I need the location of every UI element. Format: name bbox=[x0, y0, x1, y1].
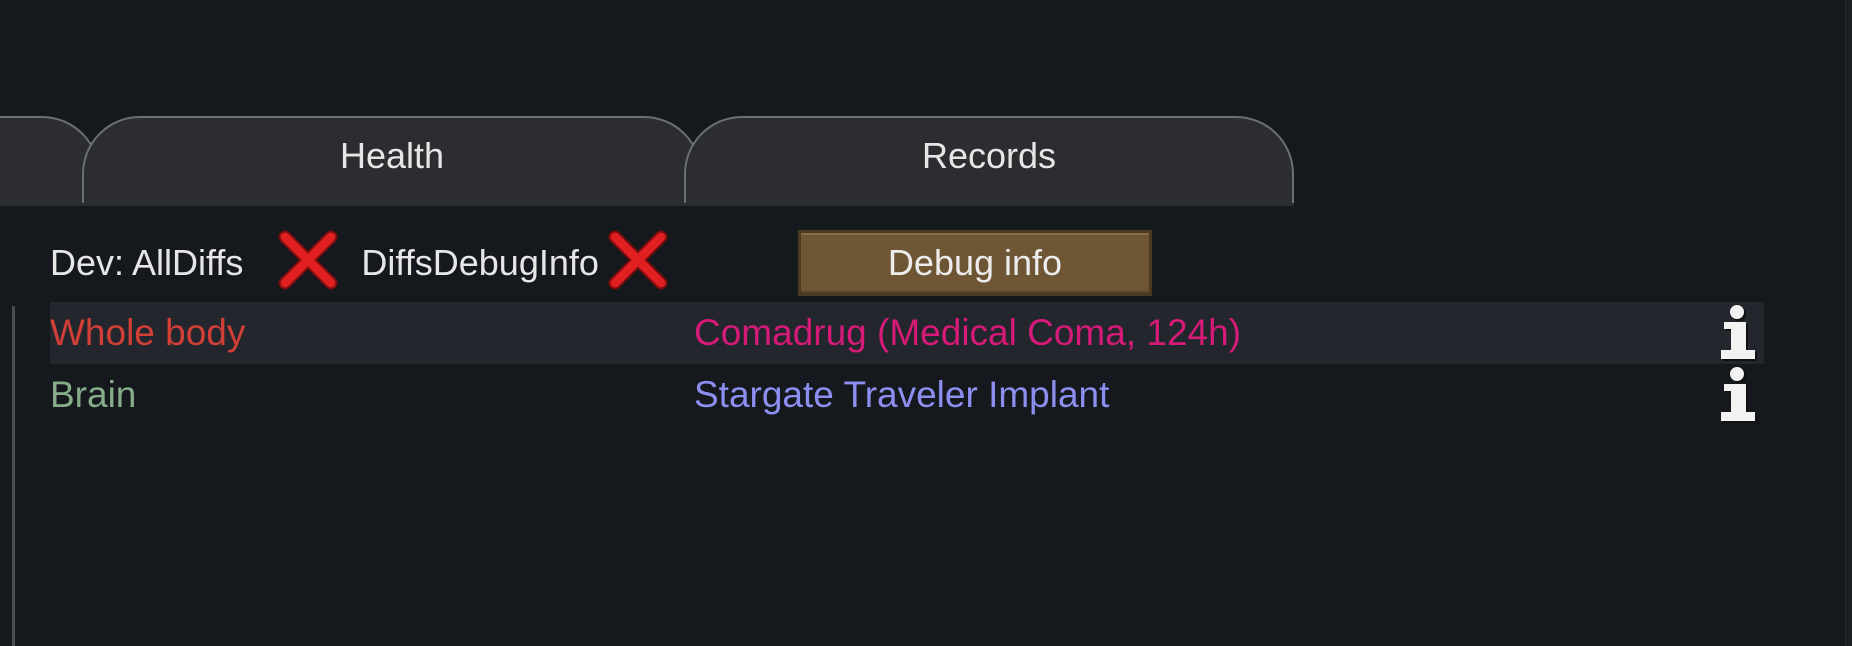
tab-health[interactable]: Health bbox=[82, 116, 702, 204]
health-row[interactable]: Brain Stargate Traveler Implant bbox=[50, 364, 1764, 426]
tab-records[interactable]: Records bbox=[684, 116, 1294, 204]
debug-info-button[interactable]: Debug info bbox=[798, 230, 1152, 296]
condition-label: Stargate Traveler Implant bbox=[694, 374, 1110, 415]
info-icon[interactable] bbox=[1716, 366, 1762, 428]
body-part-label: Whole body bbox=[50, 312, 246, 353]
health-tab-panel: Health Records Dev: AllDiffs DiffsDebugI… bbox=[0, 0, 1852, 646]
debug-info-button-label: Debug info bbox=[887, 242, 1063, 283]
tab-strip-divider bbox=[0, 203, 1294, 206]
dev-alldiffs-label: Dev: AllDiffs bbox=[50, 242, 244, 283]
window-edge bbox=[1845, 0, 1852, 646]
tab-records-label: Records bbox=[921, 135, 1057, 176]
dev-toolbar: Dev: AllDiffs DiffsDebugInfo bbox=[50, 230, 693, 296]
panel-left-border bbox=[12, 306, 15, 646]
body-part-label: Brain bbox=[50, 374, 137, 415]
info-icon[interactable] bbox=[1716, 304, 1762, 366]
health-row[interactable]: Whole body Comadrug (Medical Coma, 124h) bbox=[50, 302, 1764, 364]
tab-health-label: Health bbox=[339, 135, 445, 176]
dev-diffsdebuginfo-label: DiffsDebugInfo bbox=[361, 242, 599, 283]
alldiffs-toggle-x-icon[interactable] bbox=[277, 229, 339, 291]
diffsdebuginfo-toggle-x-icon[interactable] bbox=[607, 229, 669, 291]
condition-label: Comadrug (Medical Coma, 124h) bbox=[694, 312, 1242, 353]
